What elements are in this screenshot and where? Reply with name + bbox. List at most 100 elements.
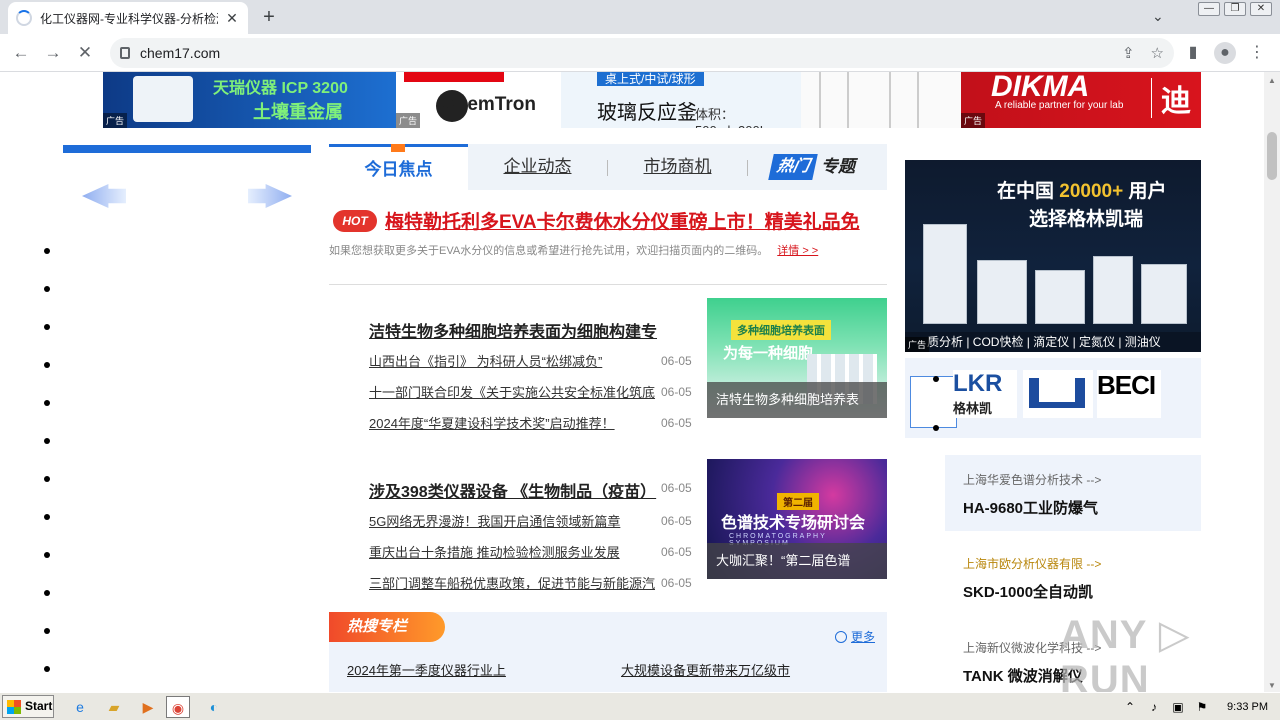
action-center-flag-icon[interactable]: ⚑: [1195, 700, 1209, 714]
ad-number: 20000+: [1059, 181, 1124, 202]
news-title-link[interactable]: 涉及398类仪器设备 《生物制品（疫苗）: [369, 478, 657, 500]
ad-banner-glassware[interactable]: [801, 72, 961, 128]
instrument-image: [133, 76, 193, 122]
hot-pill-icon: HOT: [333, 210, 377, 232]
product-company: 上海市欧分析仪器有限 -->: [963, 557, 1102, 571]
ad1-line2: 土壤重金属: [253, 102, 343, 122]
ad-tag: 广告: [396, 113, 421, 128]
lock-icon[interactable]: [120, 47, 130, 59]
system-tray: ⌃ ♪ ▣ ⚑ 9:33 PM: [1123, 693, 1280, 721]
profile-avatar-icon[interactable]: ●: [1214, 42, 1236, 64]
clock[interactable]: 9:33 PM: [1227, 701, 1268, 713]
stop-loading-icon[interactable]: ✕: [74, 42, 96, 64]
glass-reactor-image: [819, 72, 849, 128]
list-bullet: [44, 628, 50, 634]
tab-topic[interactable]: 专题: [821, 154, 855, 180]
forward-arrow-icon[interactable]: →: [42, 42, 64, 64]
ad-banner-chemtron[interactable]: ChemTron 广告: [396, 72, 561, 128]
tab-company-news[interactable]: 企业动态: [468, 144, 607, 190]
logo-text: LKR: [953, 370, 1003, 397]
news-link[interactable]: 重庆出台十条措施 推动检验检测服务业发展: [369, 542, 657, 561]
ie-icon[interactable]: e: [68, 696, 92, 718]
news-link[interactable]: 三部门调整车船税优惠政策，促进节能与新能源汽: [369, 573, 657, 592]
list-item: 山西出台《指引》 为科研人员“松绑减负” 06-05: [369, 345, 694, 376]
hot-column-section: 热搜专栏 更多 2024年第一季度仪器行业上 大规模设备更新带来万亿级市: [329, 612, 887, 692]
ad-banner-tianrui[interactable]: 天瑞仪器 ICP 3200 土壤重金属 广告: [103, 72, 396, 128]
scrollbar-thumb[interactable]: [1267, 132, 1277, 180]
ad3-chip: 桌上式/中试/球形: [597, 72, 704, 86]
ad-greenkingray[interactable]: 在中国 20000+ 用户 选择格林凯瑞 质分析 | COD快检 | 滴定仪 |…: [905, 160, 1201, 352]
speaker-icon[interactable]: ♪: [1147, 700, 1161, 714]
browser-tab-active[interactable]: 化工仪器网-专业科学仪器-分析检测 ✕: [8, 2, 248, 34]
logo-beckman[interactable]: BECI: [1097, 370, 1161, 418]
close-window-button[interactable]: ✕: [1250, 2, 1272, 16]
tab-market[interactable]: 市场商机: [608, 144, 747, 190]
url-text[interactable]: chem17.com: [140, 45, 220, 61]
tray-expand-icon[interactable]: ⌃: [1123, 700, 1137, 714]
details-link[interactable]: 详情 > >: [777, 245, 818, 257]
menu-kebab-icon[interactable]: ⋮: [1246, 42, 1268, 64]
product-card[interactable]: 上海市欧分析仪器有限 --> SKD-1000全自动凯: [945, 539, 1201, 615]
ad-tag: 广告: [961, 113, 986, 128]
windows-taskbar: Start e ▰ ▶ ◉ ◐ ⌃ ♪ ▣ ⚑ 9:33 PM: [0, 692, 1280, 720]
tab-today-focus[interactable]: 今日焦点: [329, 144, 468, 190]
news-link[interactable]: 2024年度“华夏建设科学技术奖”启动推荐！: [369, 413, 657, 432]
top-ad-row: 天瑞仪器 ICP 3200 土壤重金属 广告 ChemTron 广告 桌上式/中…: [103, 72, 1201, 128]
thumb-sticker: 多种细胞培养表面: [731, 320, 831, 340]
ad-banner-reactor[interactable]: 桌上式/中试/球形 玻璃反应釜 体积：500ml~200L: [561, 72, 801, 128]
more-link[interactable]: 更多: [834, 628, 875, 645]
new-tab-button[interactable]: +: [258, 6, 280, 28]
list-bullet: [44, 248, 50, 254]
network-icon[interactable]: ▣: [1171, 700, 1185, 714]
logo-greenkingray[interactable]: LKR 格林凯: [953, 370, 1017, 418]
brand-mark-icon: [1029, 378, 1085, 408]
slider-next-arrow-icon[interactable]: [248, 184, 292, 208]
scroll-up-icon[interactable]: ▲: [1268, 76, 1276, 85]
share-icon[interactable]: ⇪: [1122, 44, 1135, 62]
news-thumbnail-1[interactable]: 多种细胞培养表面 为每一种细胞 洁特生物多种细胞培养表: [707, 298, 887, 418]
thumb-headline: 为每一种细胞: [723, 345, 814, 362]
ad-banner-dikma[interactable]: DIKMA A reliable partner for your lab 迪 …: [961, 72, 1201, 128]
ad2-brand: ChemTron: [442, 94, 536, 115]
news-link[interactable]: 5G网络无界漫游！我国开启通信领域新篇章: [369, 511, 657, 530]
headline-link[interactable]: 梅特勒托利多EVA卡尔费休水分仪重磅上市！精美礼品免: [385, 207, 887, 234]
edge-icon[interactable]: ◐: [202, 696, 226, 718]
address-bar[interactable]: chem17.com ⇪ ☆: [110, 38, 1174, 68]
back-arrow-icon[interactable]: ←: [10, 42, 32, 64]
maximize-button[interactable]: ❐: [1224, 2, 1246, 16]
product-company: 上海华爱色谱分析技术 -->: [963, 473, 1102, 487]
product-card[interactable]: 上海华爱色谱分析技术 --> HA-9680工业防爆气: [945, 455, 1201, 531]
explorer-folder-icon[interactable]: ▰: [102, 696, 126, 718]
news-date: 06-05: [661, 384, 692, 399]
vertical-scrollbar[interactable]: ▲ ▼: [1264, 72, 1280, 692]
list-item: 三部门调整车船税优惠政策，促进节能与新能源汽 06-05: [369, 567, 694, 598]
tab-close-icon[interactable]: ✕: [224, 10, 240, 27]
ad-text: 在中国: [997, 181, 1060, 202]
tab-hot-badge[interactable]: 热门: [768, 154, 818, 180]
slider-prev-arrow-icon[interactable]: [82, 184, 126, 208]
news-link[interactable]: 山西出台《指引》 为科研人员“松绑减负”: [369, 351, 657, 370]
tab-search-chevron-icon[interactable]: ⌄: [1152, 8, 1164, 25]
instrument-image: [1141, 264, 1187, 324]
minimize-button[interactable]: —: [1198, 2, 1220, 16]
scroll-down-icon[interactable]: ▼: [1268, 681, 1276, 690]
news-list-1: 山西出台《指引》 为科研人员“松绑减负” 06-05 十一部门联合印发《关于实施…: [369, 345, 694, 438]
list-item: 重庆出台十条措施 推动检验检测服务业发展 06-05: [369, 536, 694, 567]
side-panel-icon[interactable]: ▮: [1182, 42, 1204, 64]
news-title-link[interactable]: 洁特生物多种细胞培养表面为细胞构建专: [369, 318, 694, 340]
bookmark-star-icon[interactable]: ☆: [1151, 44, 1164, 62]
news-link[interactable]: 十一部门联合印发《关于实施公共安全标准化筑底: [369, 382, 657, 401]
logo-blue-mark[interactable]: [1023, 370, 1093, 418]
news-thumbnail-2[interactable]: 第二届 色谱技术专场研讨会 CHROMATOGRAPHY SYMPOSIUM 大…: [707, 459, 887, 579]
list-bullet: [44, 438, 50, 444]
brand-bar: [404, 72, 504, 82]
media-player-icon[interactable]: ▶: [136, 696, 160, 718]
hot-column-link[interactable]: 2024年第一季度仪器行业上: [347, 660, 506, 679]
logo-selector[interactable]: [910, 376, 957, 428]
hot-column-link[interactable]: 大规模设备更新带来万亿级市: [621, 660, 790, 679]
chrome-icon[interactable]: ◉: [166, 696, 190, 718]
list-bullet: [44, 400, 50, 406]
tab-notch: [391, 144, 405, 152]
start-button[interactable]: Start: [2, 695, 54, 718]
instrument-image: [977, 260, 1027, 324]
